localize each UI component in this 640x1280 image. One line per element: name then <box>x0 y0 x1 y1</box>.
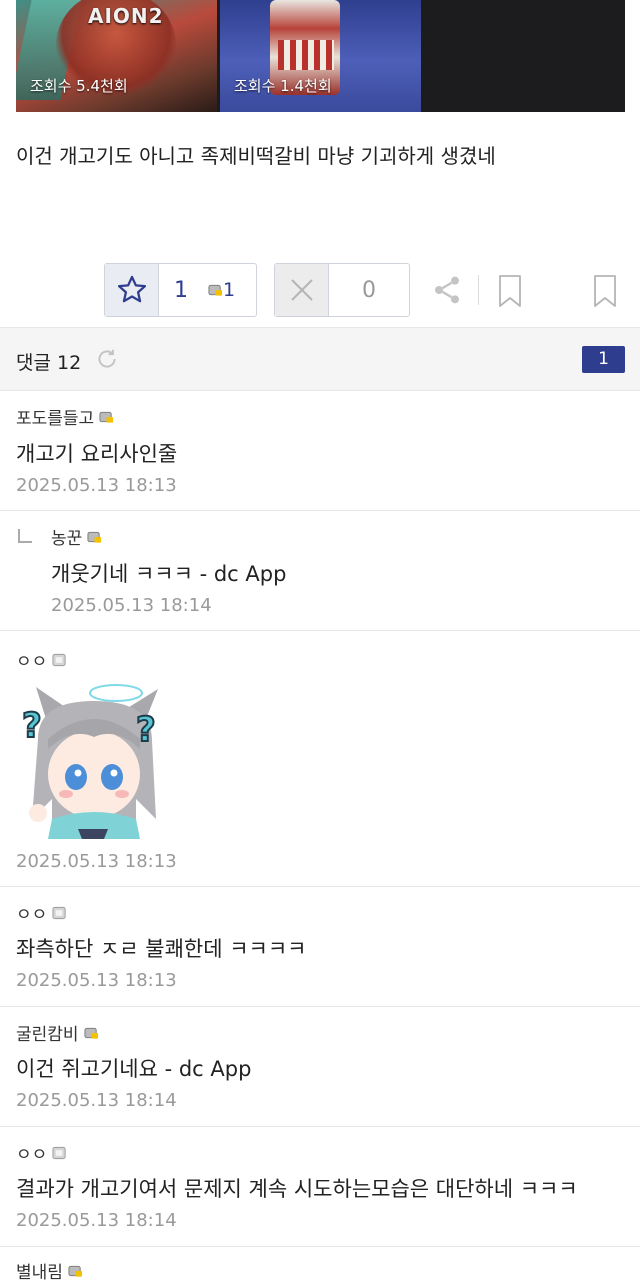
fixed-recommend: 1 <box>203 279 235 301</box>
recommend-button[interactable]: 1 1 <box>104 263 257 317</box>
comment-reply-item: 농꾼 개웃기네 ㅋㅋㅋ - dc App 2025.05.13 18:14 <box>0 511 640 631</box>
post-body-text: 이건 개고기도 아니고 족제비떡갈비 마냥 기괴하게 생겼네 <box>16 144 496 168</box>
comment-item: ㅇㅇ 좌측하단 ㅈㄹ 불쾌한데 ㅋㅋㅋㅋ 2025.05.13 18:13 <box>0 887 640 1007</box>
star-icon <box>105 264 159 316</box>
svg-text:?: ? <box>136 710 156 750</box>
flow-member-icon <box>52 906 66 919</box>
comment-nickname[interactable]: ㅇㅇ <box>16 900 67 925</box>
comment-nickname[interactable]: 포도를들고 <box>16 404 114 429</box>
fixed-member-icon <box>84 1027 98 1039</box>
refresh-icon[interactable] <box>94 346 120 372</box>
fixed-member-icon <box>87 531 102 543</box>
comment-text: 개웃기네 ㅋㅋㅋ - dc App <box>51 562 287 586</box>
comments-header: 댓글 12 1 <box>0 327 640 391</box>
comment-text: 결과가 개고기여서 문제지 계속 시도하는모습은 대단하네 ㅋㅋㅋ <box>16 1177 578 1201</box>
comment-date: 2025.05.13 18:14 <box>51 595 212 616</box>
comment-nickname[interactable]: 별내림 <box>16 1258 83 1280</box>
divider <box>478 275 479 305</box>
fixed-recommend-count: 1 <box>223 279 236 301</box>
comment-nickname[interactable]: ㅇㅇ <box>16 1140 67 1165</box>
comment-item: 포도를들고 개고기 요리사인줄 2025.05.13 18:13 <box>0 391 640 511</box>
flow-member-icon <box>52 1146 66 1159</box>
close-icon <box>275 264 329 316</box>
view-count: 조회수 1.4천회 <box>234 77 332 95</box>
fixed-member-icon <box>208 284 223 296</box>
thumbnail-logo: AION2 <box>88 4 164 28</box>
comment-item: 굴린캄비 이건 쥐고기네요 - dc App 2025.05.13 18:14 <box>0 1007 640 1127</box>
comment-nickname[interactable]: ㅇㅇ <box>16 647 67 672</box>
comment-page-badge[interactable]: 1 <box>582 346 625 373</box>
comment-date: 2025.05.13 18:13 <box>16 851 177 872</box>
fixed-member-icon <box>68 1265 82 1277</box>
comment-count-label: 댓글 12 <box>16 352 82 374</box>
comment-text: 이건 쥐고기네요 - dc App <box>16 1057 252 1081</box>
comment-text: 좌측하단 ㅈㄹ 불쾌한데 ㅋㅋㅋㅋ <box>16 937 307 961</box>
related-video-strip: AION2 조회수 5.4천회 조회수 1.4천회 <box>16 0 625 112</box>
video-thumbnail-1[interactable]: AION2 조회수 5.4천회 <box>16 0 217 112</box>
video-thumbnail-2[interactable]: 조회수 1.4천회 <box>220 0 421 112</box>
comment-item: 별내림 <box>0 1247 640 1280</box>
comment-date: 2025.05.13 18:14 <box>16 1090 177 1111</box>
share-icon[interactable] <box>430 273 464 307</box>
scrap-icon[interactable] <box>590 273 620 309</box>
comment-item: ㅇㅇ ? ? 2025.05.13 18:13 <box>0 631 640 887</box>
svg-text:?: ? <box>22 706 42 746</box>
reply-arrow-icon <box>18 529 32 543</box>
comment-date: 2025.05.13 18:13 <box>16 970 177 991</box>
comment-item: ㅇㅇ 결과가 개고기여서 문제지 계속 시도하는모습은 대단하네 ㅋㅋㅋ 202… <box>0 1127 640 1247</box>
dccon-sticker[interactable]: ? ? <box>16 679 172 839</box>
fixed-member-icon <box>99 411 114 423</box>
bookmark-icon[interactable] <box>495 273 525 309</box>
comment-date: 2025.05.13 18:13 <box>16 475 177 496</box>
comment-nickname[interactable]: 농꾼 <box>51 524 102 549</box>
comment-date: 2025.05.13 18:14 <box>16 1210 177 1231</box>
flow-member-icon <box>52 653 66 666</box>
nonrecommend-count: 0 <box>362 277 376 303</box>
nonrecommend-button[interactable]: 0 <box>274 263 410 317</box>
thumbnail-art <box>278 40 334 70</box>
comment-text: 개고기 요리사인줄 <box>16 442 178 466</box>
view-count: 조회수 5.4천회 <box>30 77 128 95</box>
comment-nickname[interactable]: 굴린캄비 <box>16 1020 99 1045</box>
recommend-count: 1 <box>174 277 188 303</box>
